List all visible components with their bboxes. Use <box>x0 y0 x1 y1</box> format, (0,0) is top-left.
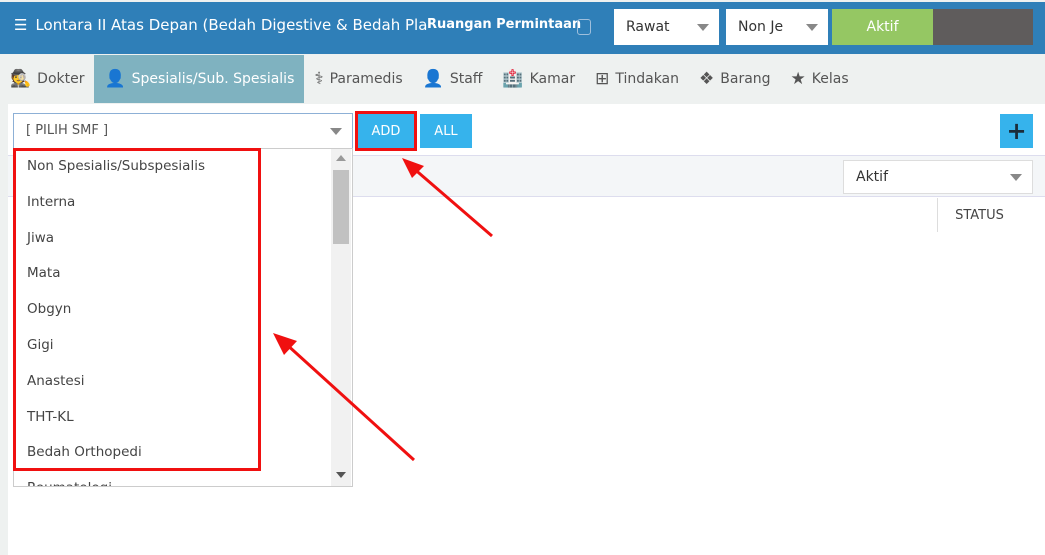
rawat-select[interactable]: Rawat <box>614 9 719 45</box>
tab-label: Staff <box>449 71 483 87</box>
medkit-icon: ⊞ <box>595 69 610 89</box>
dropdown-option[interactable]: Reumatologi <box>27 480 112 486</box>
tab-label: Tindakan <box>615 71 680 87</box>
tab-spesialis-sub-spesialis[interactable]: 👤 Spesialis/Sub. Spesialis <box>94 55 305 103</box>
user-icon: 👤 <box>422 69 444 89</box>
tab-label: Kelas <box>811 71 849 87</box>
list-highlight-box <box>13 148 261 471</box>
chevron-down-icon <box>806 24 818 31</box>
ruangan-permintaan-label: Ruangan Permintaan <box>427 17 582 32</box>
chevron-down-icon <box>697 24 709 31</box>
tab-kelas[interactable]: ★ Kelas <box>781 55 859 103</box>
tab-label: Barang <box>720 71 771 87</box>
list-icon[interactable]: ☰ <box>14 16 27 34</box>
cubes-icon: ❖ <box>699 69 715 89</box>
tab-label: Spesialis/Sub. Spesialis <box>131 71 295 87</box>
chevron-down-icon <box>1010 174 1022 181</box>
jenis-select[interactable]: Non Je <box>726 9 828 45</box>
tab-kamar[interactable]: 🏥 Kamar <box>492 55 585 103</box>
tab-label: Kamar <box>529 71 576 87</box>
chevron-down-icon <box>330 128 342 135</box>
user-secret-icon: 🕵 <box>10 69 32 89</box>
tab-tindakan[interactable]: ⊞ Tindakan <box>585 55 689 103</box>
tab-staff[interactable]: 👤 Staff <box>413 55 493 103</box>
tab-bar: 🕵 Dokter 👤 Spesialis/Sub. Spesialis ⚕ Paramed… <box>0 55 859 103</box>
scroll-up-icon[interactable] <box>336 155 346 161</box>
status-column-header[interactable]: STATUS <box>937 198 1021 232</box>
tab-label: Dokter <box>37 71 85 87</box>
plus-button[interactable]: + <box>1000 114 1033 148</box>
tab-dokter[interactable]: 🕵 Dokter <box>0 55 94 103</box>
aktif-button[interactable]: Aktif <box>832 9 933 45</box>
tab-paramedis[interactable]: ⚕ Paramedis <box>304 55 412 103</box>
user-md-icon: 👤 <box>104 69 126 89</box>
smf-select[interactable]: [ PILIH SMF ] <box>13 113 353 149</box>
scrollbar-thumb[interactable] <box>333 170 349 244</box>
tab-barang[interactable]: ❖ Barang <box>689 55 781 103</box>
inactive-button[interactable] <box>933 9 1033 45</box>
scroll-down-icon[interactable] <box>336 472 346 478</box>
ruangan-permintaan-checkbox[interactable] <box>577 19 591 35</box>
hospital-icon: 🏥 <box>502 69 524 89</box>
stethoscope-icon: ⚕ <box>314 69 324 89</box>
all-button[interactable]: ALL <box>420 114 472 148</box>
page-title: ☰ Lontara II Atas Depan (Bedah Digestive … <box>14 16 428 34</box>
status-filter-select[interactable]: Aktif <box>843 160 1033 194</box>
tab-label: Paramedis <box>329 71 403 87</box>
star-icon: ★ <box>790 69 806 89</box>
add-highlight-box <box>355 111 417 151</box>
